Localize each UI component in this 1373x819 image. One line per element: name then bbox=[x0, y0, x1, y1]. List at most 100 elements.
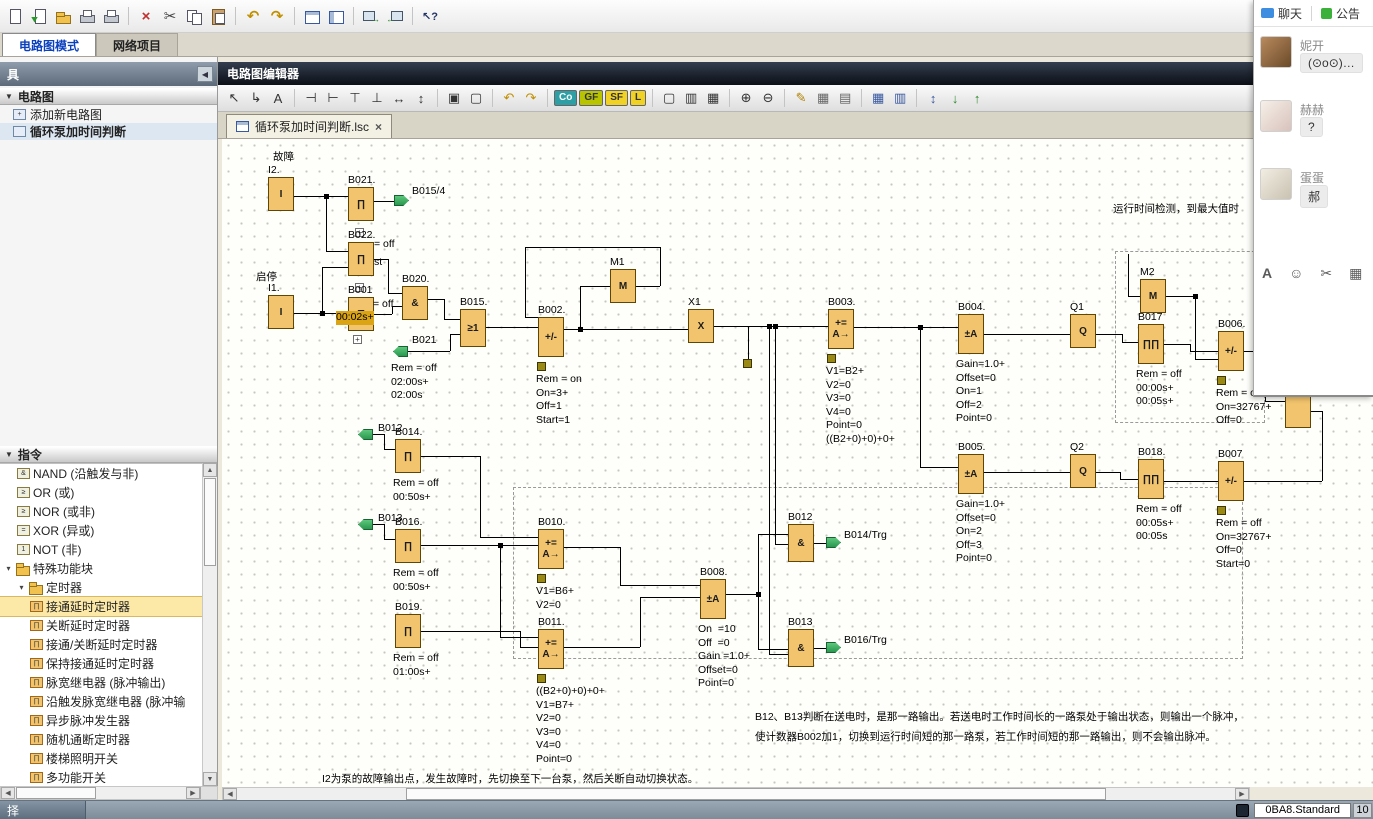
block-timer-b014[interactable]: ∏ bbox=[395, 439, 421, 473]
module-to-pc-icon[interactable] bbox=[384, 5, 406, 27]
block-timer-b019[interactable]: ∏ bbox=[395, 614, 421, 648]
zoom-out-icon[interactable]: ⊖ bbox=[758, 88, 778, 108]
tree-scrollbar[interactable]: ▲ ▼ bbox=[202, 463, 217, 786]
block-and-b013[interactable]: & bbox=[788, 629, 814, 667]
view-columns-icon[interactable]: ▦ bbox=[703, 88, 723, 108]
tree-item-5[interactable]: ▾ 特殊功能块 bbox=[0, 559, 202, 578]
send-back-icon[interactable]: ▢ bbox=[466, 88, 486, 108]
copy-icon[interactable] bbox=[183, 5, 205, 27]
scroll-thumb[interactable] bbox=[204, 478, 216, 566]
comment-text-6[interactable]: B12、B13判断在送电时，是那一路输出。若送电时工作时间长的一路泵处于输出状态… bbox=[755, 709, 1244, 724]
undo-icon[interactable]: ↶ bbox=[499, 88, 519, 108]
comment-text-5[interactable]: 运行时间检测，到最大值时 bbox=[1113, 201, 1239, 216]
tab-chat[interactable]: 聊天 bbox=[1261, 5, 1302, 22]
block-analog-b003[interactable]: += A→ bbox=[828, 309, 854, 349]
tree-item-0[interactable]: & NAND (沿触发与非) bbox=[0, 464, 202, 483]
block-or-b015[interactable]: ≥1 bbox=[460, 309, 486, 347]
paste-icon[interactable] bbox=[207, 5, 229, 27]
zoom-in-icon[interactable]: ⊕ bbox=[736, 88, 756, 108]
labels-l-button[interactable]: L bbox=[630, 90, 647, 106]
block-analog-b010[interactable]: += A→ bbox=[538, 529, 564, 569]
text-tool[interactable]: A bbox=[268, 88, 288, 108]
tab-network-project[interactable]: 网络项目 bbox=[96, 33, 179, 56]
tree-item-15[interactable]: ∏ 楼梯照明开关 bbox=[0, 749, 202, 768]
block-timer-b022[interactable]: ∏ bbox=[348, 242, 374, 276]
block-open-conn-x1[interactable]: X bbox=[688, 309, 714, 343]
conn-b015-4-icon[interactable] bbox=[394, 195, 409, 206]
scroll-up-button[interactable]: ▲ bbox=[203, 463, 217, 477]
align-top-icon[interactable]: ⊤ bbox=[345, 88, 365, 108]
block-analog-b008[interactable]: ±A bbox=[700, 579, 726, 619]
block-timer-b021[interactable]: ∏ bbox=[348, 187, 374, 221]
align-bottom-icon[interactable]: ⊥ bbox=[367, 88, 387, 108]
online-test-icon[interactable]: ▥ bbox=[890, 88, 910, 108]
upload-ref-icon[interactable]: ↑ bbox=[967, 88, 987, 108]
scroll-track[interactable] bbox=[15, 787, 186, 799]
print-preview-icon[interactable] bbox=[100, 5, 122, 27]
block-flag-m2[interactable]: M bbox=[1140, 279, 1166, 313]
align-right-icon[interactable]: ⊢ bbox=[323, 88, 343, 108]
tab-circuit-mode[interactable]: 电路图模式 bbox=[2, 33, 97, 56]
tab-announce[interactable]: 公告 bbox=[1321, 5, 1360, 22]
comment-text-8[interactable]: I2为泵的故障输出点，发生故障时，先切换至下一台泵，然后关断自动切换状态。 bbox=[322, 771, 698, 786]
scroll-right-button[interactable]: ▶ bbox=[186, 787, 200, 799]
conn-b021-icon[interactable] bbox=[393, 346, 408, 357]
tree-item-8[interactable]: ∏ 关断延时定时器 bbox=[0, 616, 202, 635]
block-input-i1[interactable]: I bbox=[268, 295, 294, 329]
collapse-panel-button[interactable]: ◀ bbox=[197, 66, 213, 82]
cut-icon[interactable]: ✂ bbox=[159, 5, 181, 27]
font-tool-icon[interactable]: A bbox=[1262, 265, 1272, 282]
tree-item-12[interactable]: ∏ 沿触发脉宽继电器 (脉冲输 bbox=[0, 692, 202, 711]
block-flag-m1[interactable]: M bbox=[610, 269, 636, 303]
tree-item-1[interactable]: ≥ OR (或) bbox=[0, 483, 202, 502]
block-output-q2[interactable]: Q bbox=[1070, 454, 1096, 488]
comment-text-0[interactable]: 故障 bbox=[273, 149, 294, 164]
distribute-v-icon[interactable]: ↕ bbox=[411, 88, 431, 108]
block-analog-b011[interactable]: += A→ bbox=[538, 629, 564, 669]
scroll-thumb[interactable] bbox=[16, 787, 96, 799]
block-analog-b004[interactable]: ±A bbox=[958, 314, 984, 354]
scroll-thumb[interactable] bbox=[406, 788, 1106, 800]
instruction-section-header[interactable]: ▼ 指令 bbox=[0, 446, 217, 463]
block-counter-b007[interactable]: +/- bbox=[1218, 461, 1244, 501]
conn-b012-icon[interactable] bbox=[358, 429, 373, 440]
align-left-icon[interactable]: ⊣ bbox=[301, 88, 321, 108]
tree-item-11[interactable]: ∏ 脉宽继电器 (脉冲输出) bbox=[0, 673, 202, 692]
block-and-b012[interactable]: & bbox=[788, 524, 814, 562]
tree-item-4[interactable]: 1 NOT (非) bbox=[0, 540, 202, 559]
block-counter-b002[interactable]: +/- bbox=[538, 317, 564, 357]
canvas-hscrollbar[interactable]: ◀ ▶ bbox=[222, 787, 1250, 801]
close-tab-icon[interactable]: × bbox=[375, 120, 382, 134]
params-icon[interactable]: ▤ bbox=[835, 88, 855, 108]
convert-lad-icon[interactable] bbox=[301, 5, 323, 27]
context-help-icon[interactable]: ↖? bbox=[419, 5, 441, 27]
block-pulse-b017[interactable]: ∏∏ bbox=[1138, 324, 1164, 364]
canvas[interactable]: +++II2.∏B021.∏B022.II1.∏B00100:02s+&B020… bbox=[222, 139, 1373, 787]
basic-functions-gf-button[interactable]: GF bbox=[579, 90, 604, 106]
block-input-i2[interactable]: I bbox=[268, 177, 294, 211]
comment-text-1[interactable]: 启停 bbox=[256, 269, 277, 284]
scroll-left-button[interactable]: ◀ bbox=[1, 787, 15, 799]
diagram-item-current[interactable]: 循环泵加时间判断 bbox=[0, 123, 217, 140]
bring-front-icon[interactable]: ▣ bbox=[444, 88, 464, 108]
tree-item-10[interactable]: ∏ 保持接通延时定时器 bbox=[0, 654, 202, 673]
tree-item-6[interactable]: ▾ 定时器 bbox=[0, 578, 202, 597]
print-icon[interactable] bbox=[76, 5, 98, 27]
view-single-icon[interactable]: ▢ bbox=[659, 88, 679, 108]
chat-entry-1[interactable]: 赫赫? bbox=[1254, 100, 1373, 160]
connector-tool[interactable]: ↳ bbox=[246, 88, 266, 108]
expand-parameters-button[interactable]: + bbox=[353, 335, 362, 344]
redo-icon[interactable]: ↷ bbox=[521, 88, 541, 108]
scroll-down-button[interactable]: ▼ bbox=[203, 772, 217, 786]
screenshot-tool-icon[interactable]: ✂ bbox=[1320, 265, 1332, 282]
special-functions-sf-button[interactable]: SF bbox=[605, 90, 629, 106]
comment-text-4[interactable]: = off bbox=[373, 298, 394, 310]
comment-text-3[interactable]: st bbox=[374, 256, 382, 268]
split-connection-icon[interactable]: ↕ bbox=[923, 88, 943, 108]
block-timer-b016[interactable]: ∏ bbox=[395, 529, 421, 563]
panel-hscrollbar[interactable]: ◀ ▶ bbox=[0, 786, 218, 800]
constants-co-button[interactable]: Co bbox=[554, 90, 578, 106]
convert-fbd-icon[interactable] bbox=[325, 5, 347, 27]
comment-tool[interactable]: ✎ bbox=[791, 88, 811, 108]
comment-text-2[interactable]: = off bbox=[374, 238, 395, 250]
